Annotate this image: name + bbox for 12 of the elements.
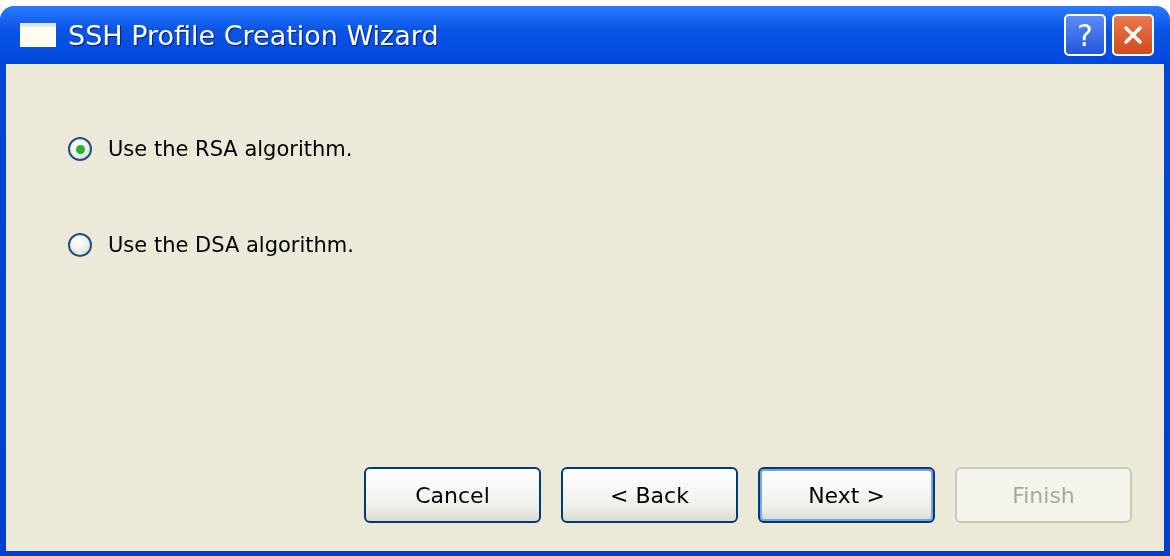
radio-button[interactable] [68, 233, 92, 257]
wizard-button[interactable]: Cancel [364, 467, 541, 523]
window-title: SSH Profile Creation Wizard [68, 19, 440, 51]
option-label: Use the RSA algorithm. [108, 137, 353, 161]
wizard-button[interactable]: < Back [561, 467, 738, 523]
wizard-button[interactable]: Next > [758, 467, 935, 523]
radio-button[interactable] [68, 137, 92, 161]
help-button[interactable]: ? [1064, 14, 1106, 56]
close-icon [1122, 24, 1144, 46]
window-icon [20, 23, 56, 47]
option-label: Use the DSA algorithm. [108, 233, 354, 257]
close-button[interactable] [1112, 14, 1154, 56]
